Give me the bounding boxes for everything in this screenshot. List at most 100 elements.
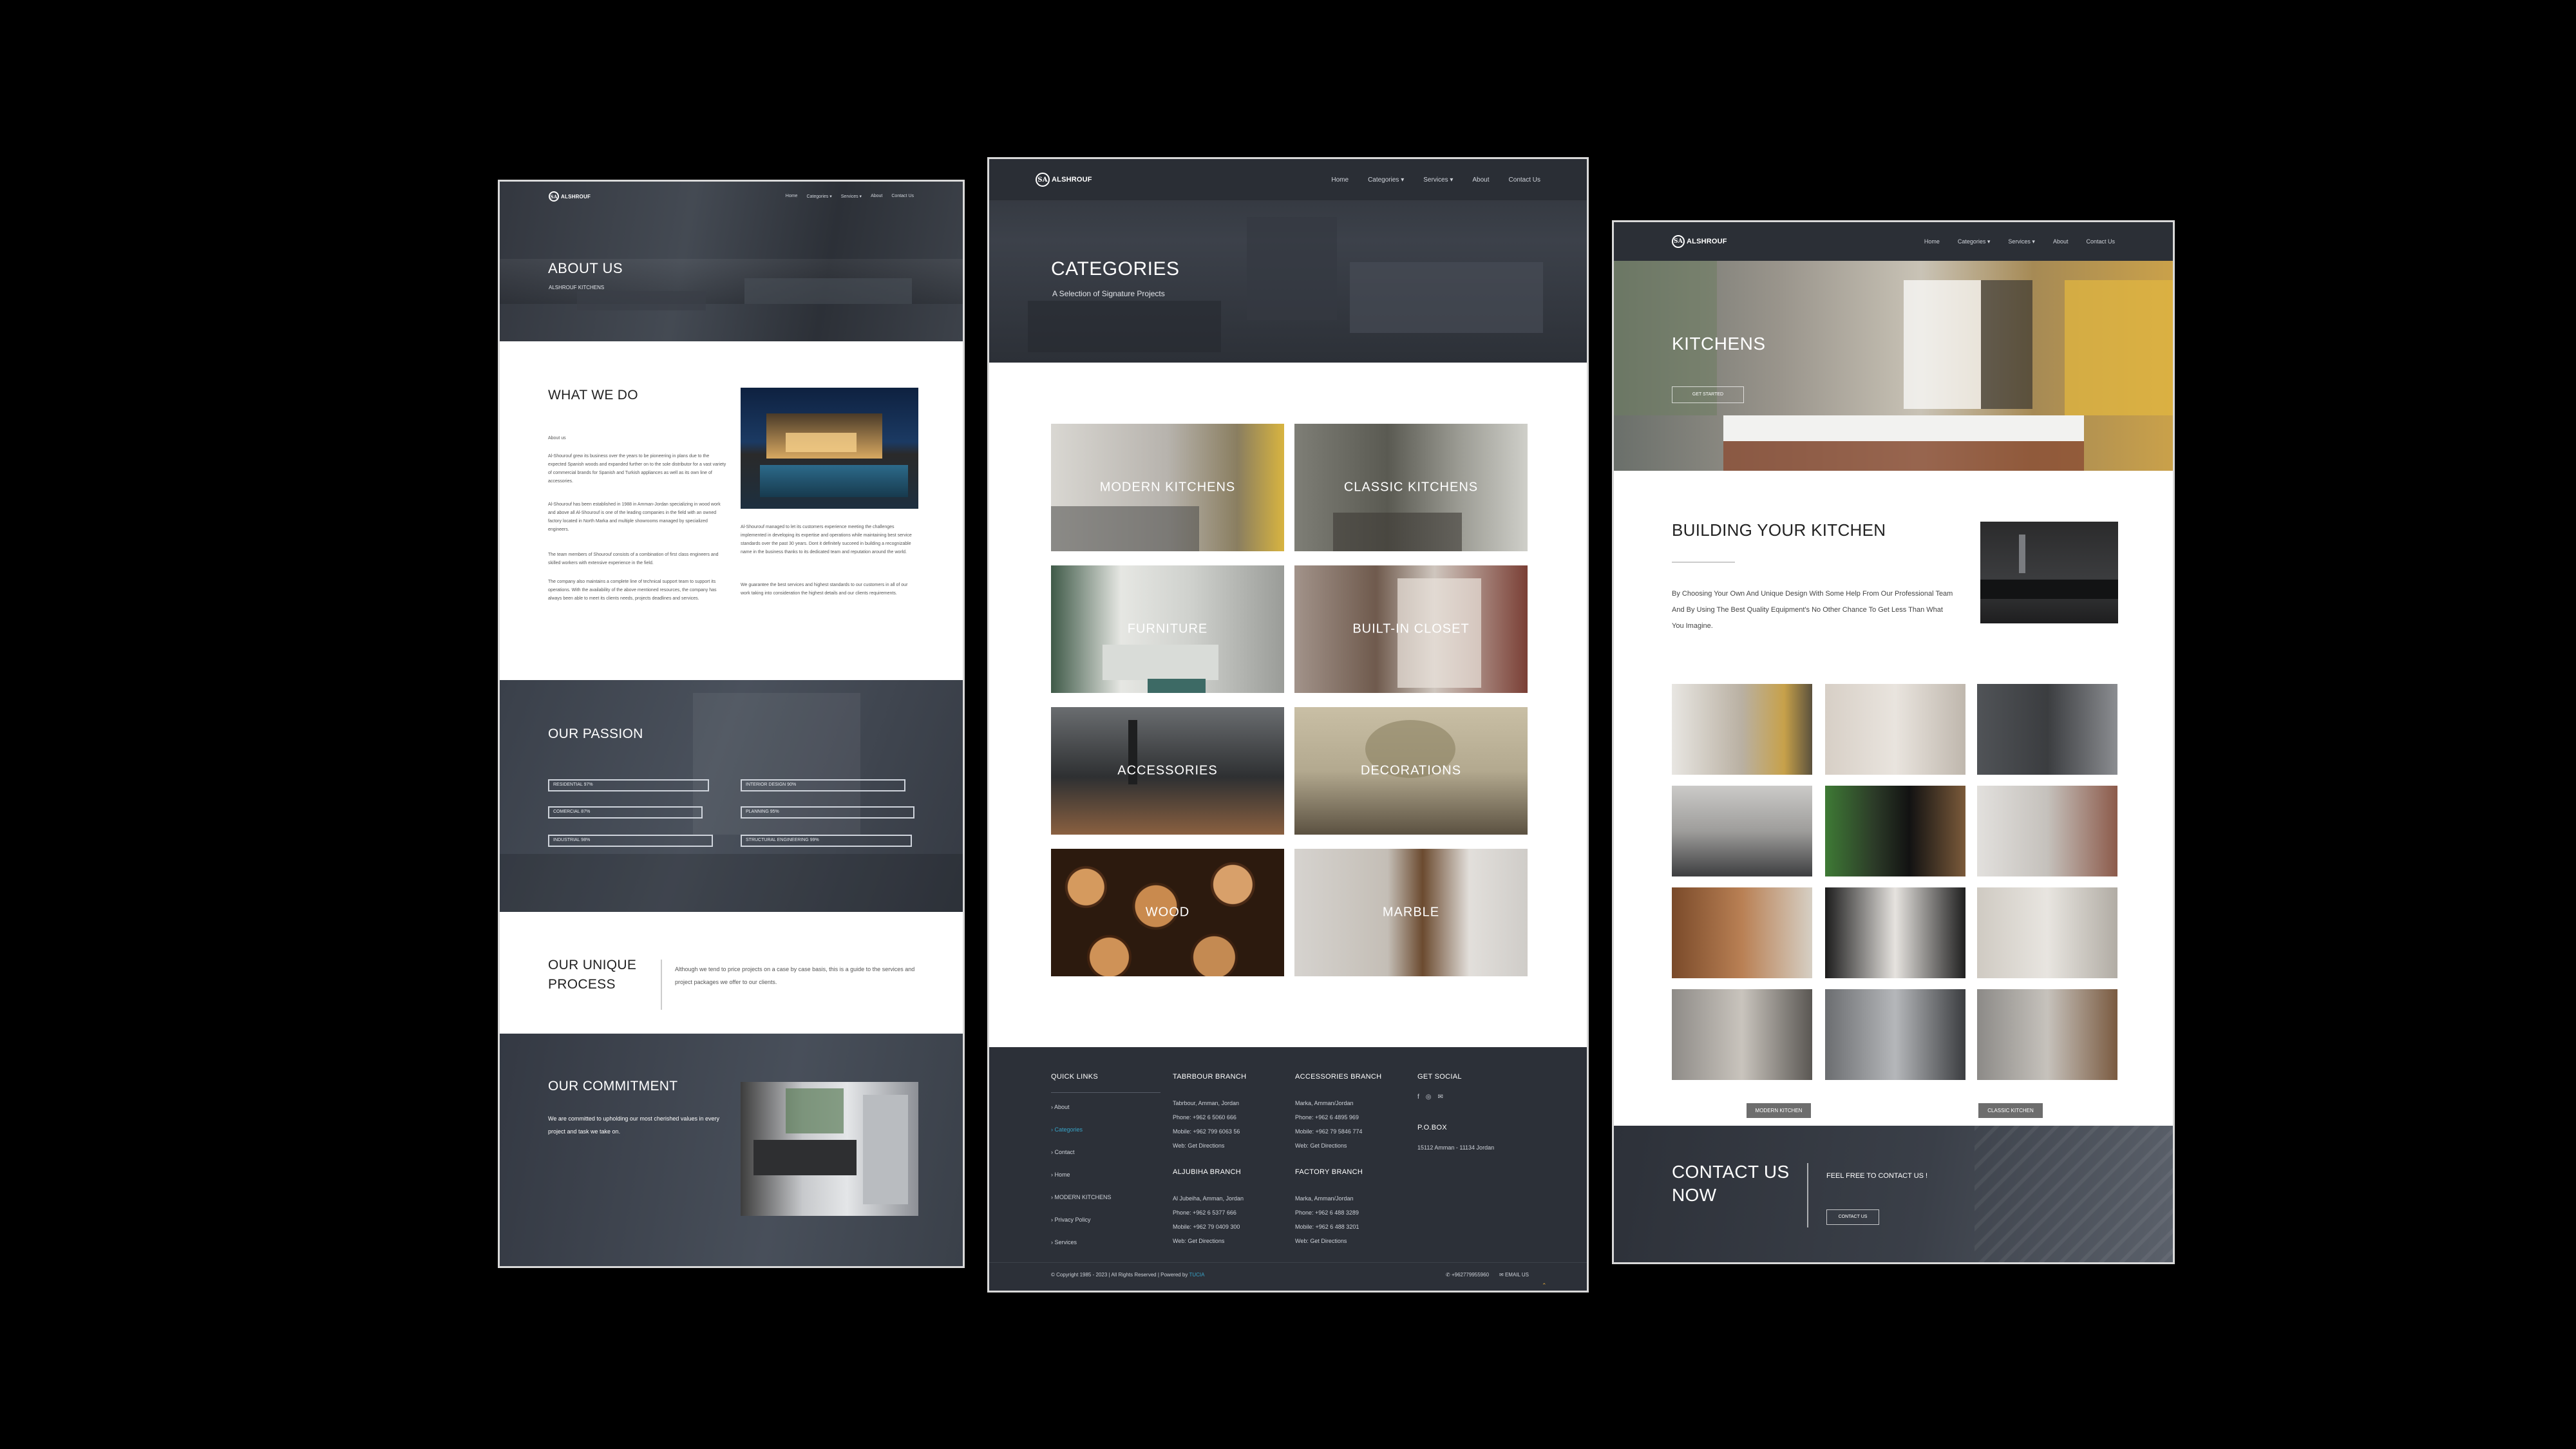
footer-email[interactable]: ✉ EMAIL US <box>1499 1272 1529 1278</box>
commitment-section: OUR COMMITMENT We are committed to uphol… <box>500 1034 963 1266</box>
nav-categories[interactable]: Categories ▾ <box>806 194 831 199</box>
footer-link-label: Privacy Policy <box>1054 1217 1091 1223</box>
kitchen-gallery-2[interactable] <box>1825 684 1965 775</box>
villa-photo <box>741 388 918 509</box>
category-tile-marble[interactable]: MARBLE <box>1294 849 1528 976</box>
nav-about[interactable]: About <box>2053 238 2069 245</box>
tile-label: WOOD <box>1145 905 1190 920</box>
category-tile-modern-kitchens[interactable]: MODERN KITCHENS <box>1051 424 1284 551</box>
category-tile-furniture[interactable]: FURNITURE <box>1051 565 1284 693</box>
mail-icon[interactable]: ✉ <box>1438 1094 1443 1101</box>
aljubiha-mobile: Mobile: +962 79 0409 300 <box>1173 1224 1240 1230</box>
category-tile-classic-kitchens[interactable]: CLASSIC KITCHENS <box>1294 424 1528 551</box>
accessories-mobile: Mobile: +962 79 5846 774 <box>1295 1128 1363 1135</box>
nav-categories[interactable]: Categories ▾ <box>1958 238 1991 245</box>
kitchen-gallery-6[interactable] <box>1977 786 2117 876</box>
passion-bar-commercial: COMERCIAL 87% <box>548 806 703 819</box>
nav-categories[interactable]: Categories ▾ <box>1368 176 1404 184</box>
nav-contact[interactable]: Contact Us <box>891 194 914 199</box>
accessories-address: Marka, Amman/Jordan <box>1295 1100 1354 1106</box>
nav-services[interactable]: Services ▾ <box>841 194 862 199</box>
page-title: ABOUT US <box>548 260 623 276</box>
footer-link-categories[interactable]: › Categories <box>1051 1119 1112 1141</box>
kitchen-gallery-9[interactable] <box>1977 887 2117 978</box>
pobox-value: 15112 Amman - 11134 Jordan <box>1417 1144 1495 1151</box>
kitchen-gallery-3[interactable] <box>1977 684 2117 775</box>
accessories-directions[interactable]: Web: Get Directions <box>1295 1139 1381 1153</box>
powered-by-link[interactable]: TUCIA <box>1189 1272 1204 1278</box>
footer-link-services[interactable]: › Services <box>1051 1231 1112 1254</box>
kitchen-gallery-5[interactable] <box>1825 786 1965 876</box>
tabrbour-directions[interactable]: Web: Get Directions <box>1173 1139 1246 1153</box>
modern-kitchen-button[interactable]: MODERN KITCHEN <box>1747 1103 1811 1118</box>
about-para-1: Al-Shourouf grew its business over the y… <box>548 454 726 484</box>
footer-phone[interactable]: ✆ +962779955960 <box>1446 1272 1489 1278</box>
footer-link-about[interactable]: › About <box>1051 1096 1112 1119</box>
quick-links-underline <box>1051 1092 1160 1093</box>
nav-home[interactable]: Home <box>1331 176 1349 184</box>
instagram-icon[interactable]: ◎ <box>1426 1094 1432 1101</box>
logo-mark-icon: SA <box>549 191 559 202</box>
footer-link-home[interactable]: › Home <box>1051 1164 1112 1186</box>
get-started-label: GET STARTED <box>1692 392 1724 397</box>
nav-about[interactable]: About <box>871 194 882 199</box>
facebook-icon[interactable]: f <box>1417 1094 1419 1101</box>
nav-home[interactable]: Home <box>1924 238 1940 245</box>
contact-us-button[interactable]: CONTACT US <box>1826 1209 1879 1225</box>
footer-link-privacy[interactable]: › Privacy Policy <box>1051 1209 1112 1231</box>
passion-bar-structural: STRUCTURAL ENGINEERING 99% <box>741 835 912 847</box>
category-tile-decorations[interactable]: DECORATIONS <box>1294 707 1528 835</box>
tile-label: DECORATIONS <box>1360 763 1462 778</box>
nav-contact[interactable]: Contact Us <box>2086 238 2115 245</box>
nav-services[interactable]: Services ▾ <box>2008 238 2035 245</box>
divider <box>661 960 662 1010</box>
aljubiha-directions[interactable]: Web: Get Directions <box>1173 1234 1244 1248</box>
building-underline <box>1672 562 1735 563</box>
footer-link-modern-kitchens[interactable]: › MODERN KITCHENS <box>1051 1186 1112 1209</box>
logo-mark-icon: SA <box>1672 235 1685 248</box>
tile-label: CLASSIC KITCHENS <box>1343 480 1479 495</box>
classic-kitchen-button[interactable]: CLASSIC KITCHEN <box>1978 1103 2043 1118</box>
logo-text: ALSHROUF <box>1052 176 1092 184</box>
nav-about[interactable]: About <box>1472 176 1489 184</box>
nav-services[interactable]: Services ▾ <box>1423 176 1453 184</box>
kitchen-gallery-8[interactable] <box>1825 887 1965 978</box>
footer-phone-value: +962779955960 <box>1451 1272 1490 1278</box>
kitchen-gallery-10[interactable] <box>1672 989 1812 1080</box>
kitchens-page-mockup: SA ALSHROUF Home Categories ▾ Services ▾… <box>1612 220 2175 1264</box>
aljubiha-title: ALJUBIHA BRANCH <box>1173 1168 1241 1176</box>
kitchen-gallery-12[interactable] <box>1977 989 2117 1080</box>
kitchen-gallery-4[interactable] <box>1672 786 1812 876</box>
factory-directions[interactable]: Web: Get Directions <box>1295 1234 1363 1248</box>
tile-label: MODERN KITCHENS <box>1099 480 1236 495</box>
category-tile-wood[interactable]: WOOD <box>1051 849 1284 976</box>
category-tile-accessories[interactable]: ACCESSORIES <box>1051 707 1284 835</box>
kitchen-gallery-1[interactable] <box>1672 684 1812 775</box>
about-label: About us <box>548 436 566 440</box>
kitchen-gallery-11[interactable] <box>1825 989 1965 1080</box>
tabrbour-address: Tabrbour, Amman, Jordan <box>1173 1100 1240 1106</box>
category-tile-built-in-closet[interactable]: BUILT-IN CLOSET <box>1294 565 1528 693</box>
tabrbour-phone: Phone: +962 6 5060 666 <box>1173 1114 1236 1121</box>
footer-link-label: Services <box>1054 1239 1077 1245</box>
contact-us-label: CONTACT US <box>1838 1215 1868 1219</box>
nav-home[interactable]: Home <box>786 194 798 199</box>
aljubiha-address: Al Jubeiha, Amman, Jordan <box>1173 1195 1244 1202</box>
tile-label: ACCESSORIES <box>1117 763 1218 778</box>
accessories-phone: Phone: +962 6 4895 969 <box>1295 1114 1359 1121</box>
brand-logo[interactable]: SA ALSHROUF <box>1672 235 1727 248</box>
passion-bar-interior: INTERIOR DESIGN 90% <box>741 779 905 791</box>
contact-title-line1: CONTACT US <box>1672 1162 1790 1182</box>
tabrbour-mobile: Mobile: +962 799 6063 56 <box>1173 1128 1240 1135</box>
back-to-top-icon[interactable]: ⌃ <box>1542 1282 1547 1289</box>
get-started-button[interactable]: GET STARTED <box>1672 386 1744 403</box>
brand-logo[interactable]: SA ALSHROUF <box>549 191 591 202</box>
brand-logo[interactable]: SA ALSHROUF <box>1036 173 1092 187</box>
kitchen-gallery-7[interactable] <box>1672 887 1812 978</box>
about-para-3: The team members of Shourouf consists of… <box>548 553 719 565</box>
footer-link-contact[interactable]: › Contact <box>1051 1141 1112 1164</box>
page-title: CATEGORIES <box>1051 258 1180 279</box>
footer-bottom-bar: © Copyright 1985 - 2023 | All Rights Res… <box>989 1262 1587 1291</box>
nav-contact[interactable]: Contact Us <box>1509 176 1540 184</box>
building-text: By Choosing Your Own And Unique Design W… <box>1672 590 1953 630</box>
